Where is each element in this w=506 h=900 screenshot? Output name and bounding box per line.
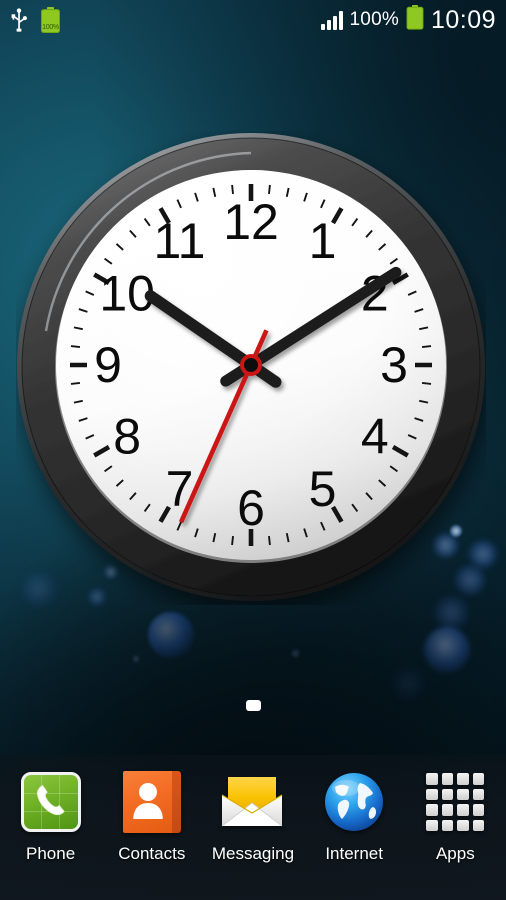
battery-charging-icon: 100%: [40, 7, 61, 34]
status-bar-clock: 10:09: [430, 5, 496, 34]
clock-numeral-9: 9: [94, 337, 122, 393]
status-bar[interactable]: 100% 100% 10:09: [0, 0, 506, 40]
clock-numeral-6: 6: [237, 480, 265, 536]
dock-label-internet: Internet: [325, 844, 383, 863]
dock-item-apps[interactable]: Apps: [407, 769, 503, 864]
dock-item-internet[interactable]: Internet: [306, 769, 402, 864]
contacts-icon: [122, 771, 181, 833]
status-bar-left: 100%: [10, 7, 61, 34]
clock-numeral-12: 12: [223, 194, 279, 250]
internet-icon-wrapper: [321, 769, 387, 835]
home-page-indicator[interactable]: [0, 700, 506, 711]
clock-numeral-8: 8: [113, 409, 141, 465]
contacts-icon-wrapper: [119, 769, 185, 835]
signal-bars-icon: [320, 10, 343, 30]
clock-numeral-1: 1: [309, 213, 337, 269]
clock-numeral-4: 4: [361, 409, 389, 465]
phone-icon-wrapper: [18, 769, 84, 835]
battery-percent-label: 100%: [349, 9, 399, 30]
dock-label-messaging: Messaging: [211, 844, 295, 863]
internet-icon: [323, 771, 385, 833]
analog-clock-widget[interactable]: 12 1 2 3 4 5 6 7 8 9 10 11: [16, 131, 486, 605]
dock-label-phone: Phone: [26, 844, 76, 863]
dock-label-apps: Apps: [435, 844, 475, 863]
phone-icon: [20, 772, 81, 832]
usb-icon: [10, 8, 28, 32]
apps-icon-wrapper: [422, 769, 488, 835]
dock-item-contacts[interactable]: Contacts: [104, 769, 200, 864]
clock-numeral-3: 3: [380, 337, 408, 393]
clock-hub-inner: [244, 358, 258, 372]
clock-numeral-5: 5: [309, 461, 337, 517]
battery-icon: [406, 5, 424, 35]
dock-item-messaging[interactable]: Messaging: [205, 769, 301, 864]
messaging-icon-wrapper: [220, 769, 286, 835]
page-dot-active[interactable]: [245, 700, 261, 711]
battery-charging-percent: 100%: [42, 24, 59, 31]
dock-label-contacts: Contacts: [118, 844, 186, 863]
app-dock: Phone Contacts Messaging Internet Apps: [0, 755, 506, 900]
clock-numeral-11: 11: [154, 213, 206, 269]
messaging-icon: [220, 775, 284, 829]
android-home-screen: 100% 100% 10:09 12 1 2 3 4 5 6 7 8 9 10 …: [0, 0, 506, 900]
apps-grid-icon: [426, 773, 485, 831]
status-bar-right: 100% 10:09: [320, 5, 496, 35]
dock-item-phone[interactable]: Phone: [3, 769, 99, 864]
